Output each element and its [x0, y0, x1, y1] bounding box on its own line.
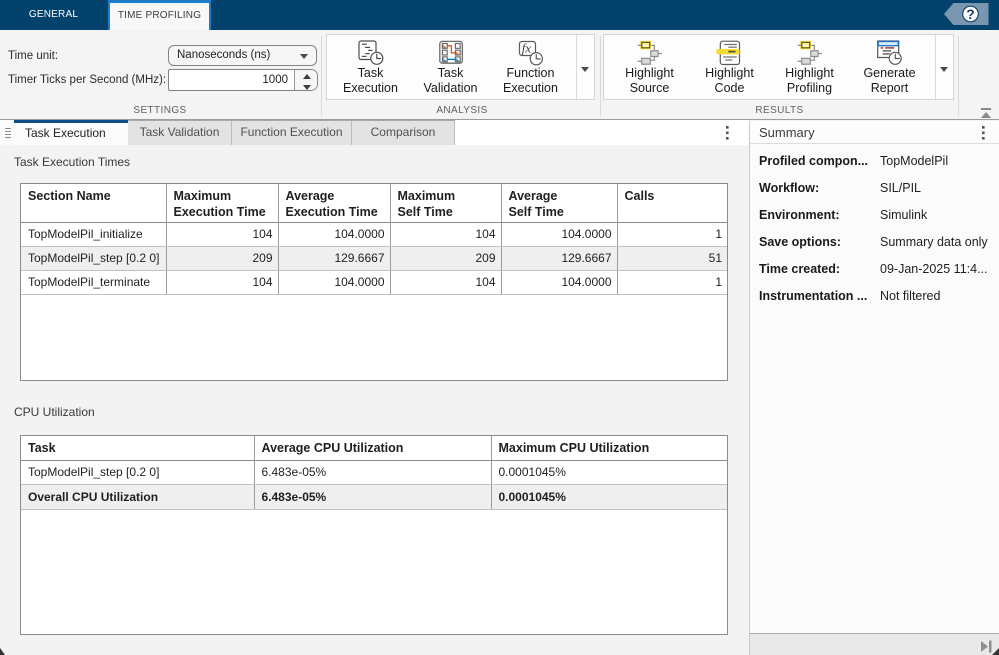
svg-text:?: ?: [966, 7, 974, 22]
svg-text:fx: fx: [521, 41, 531, 56]
